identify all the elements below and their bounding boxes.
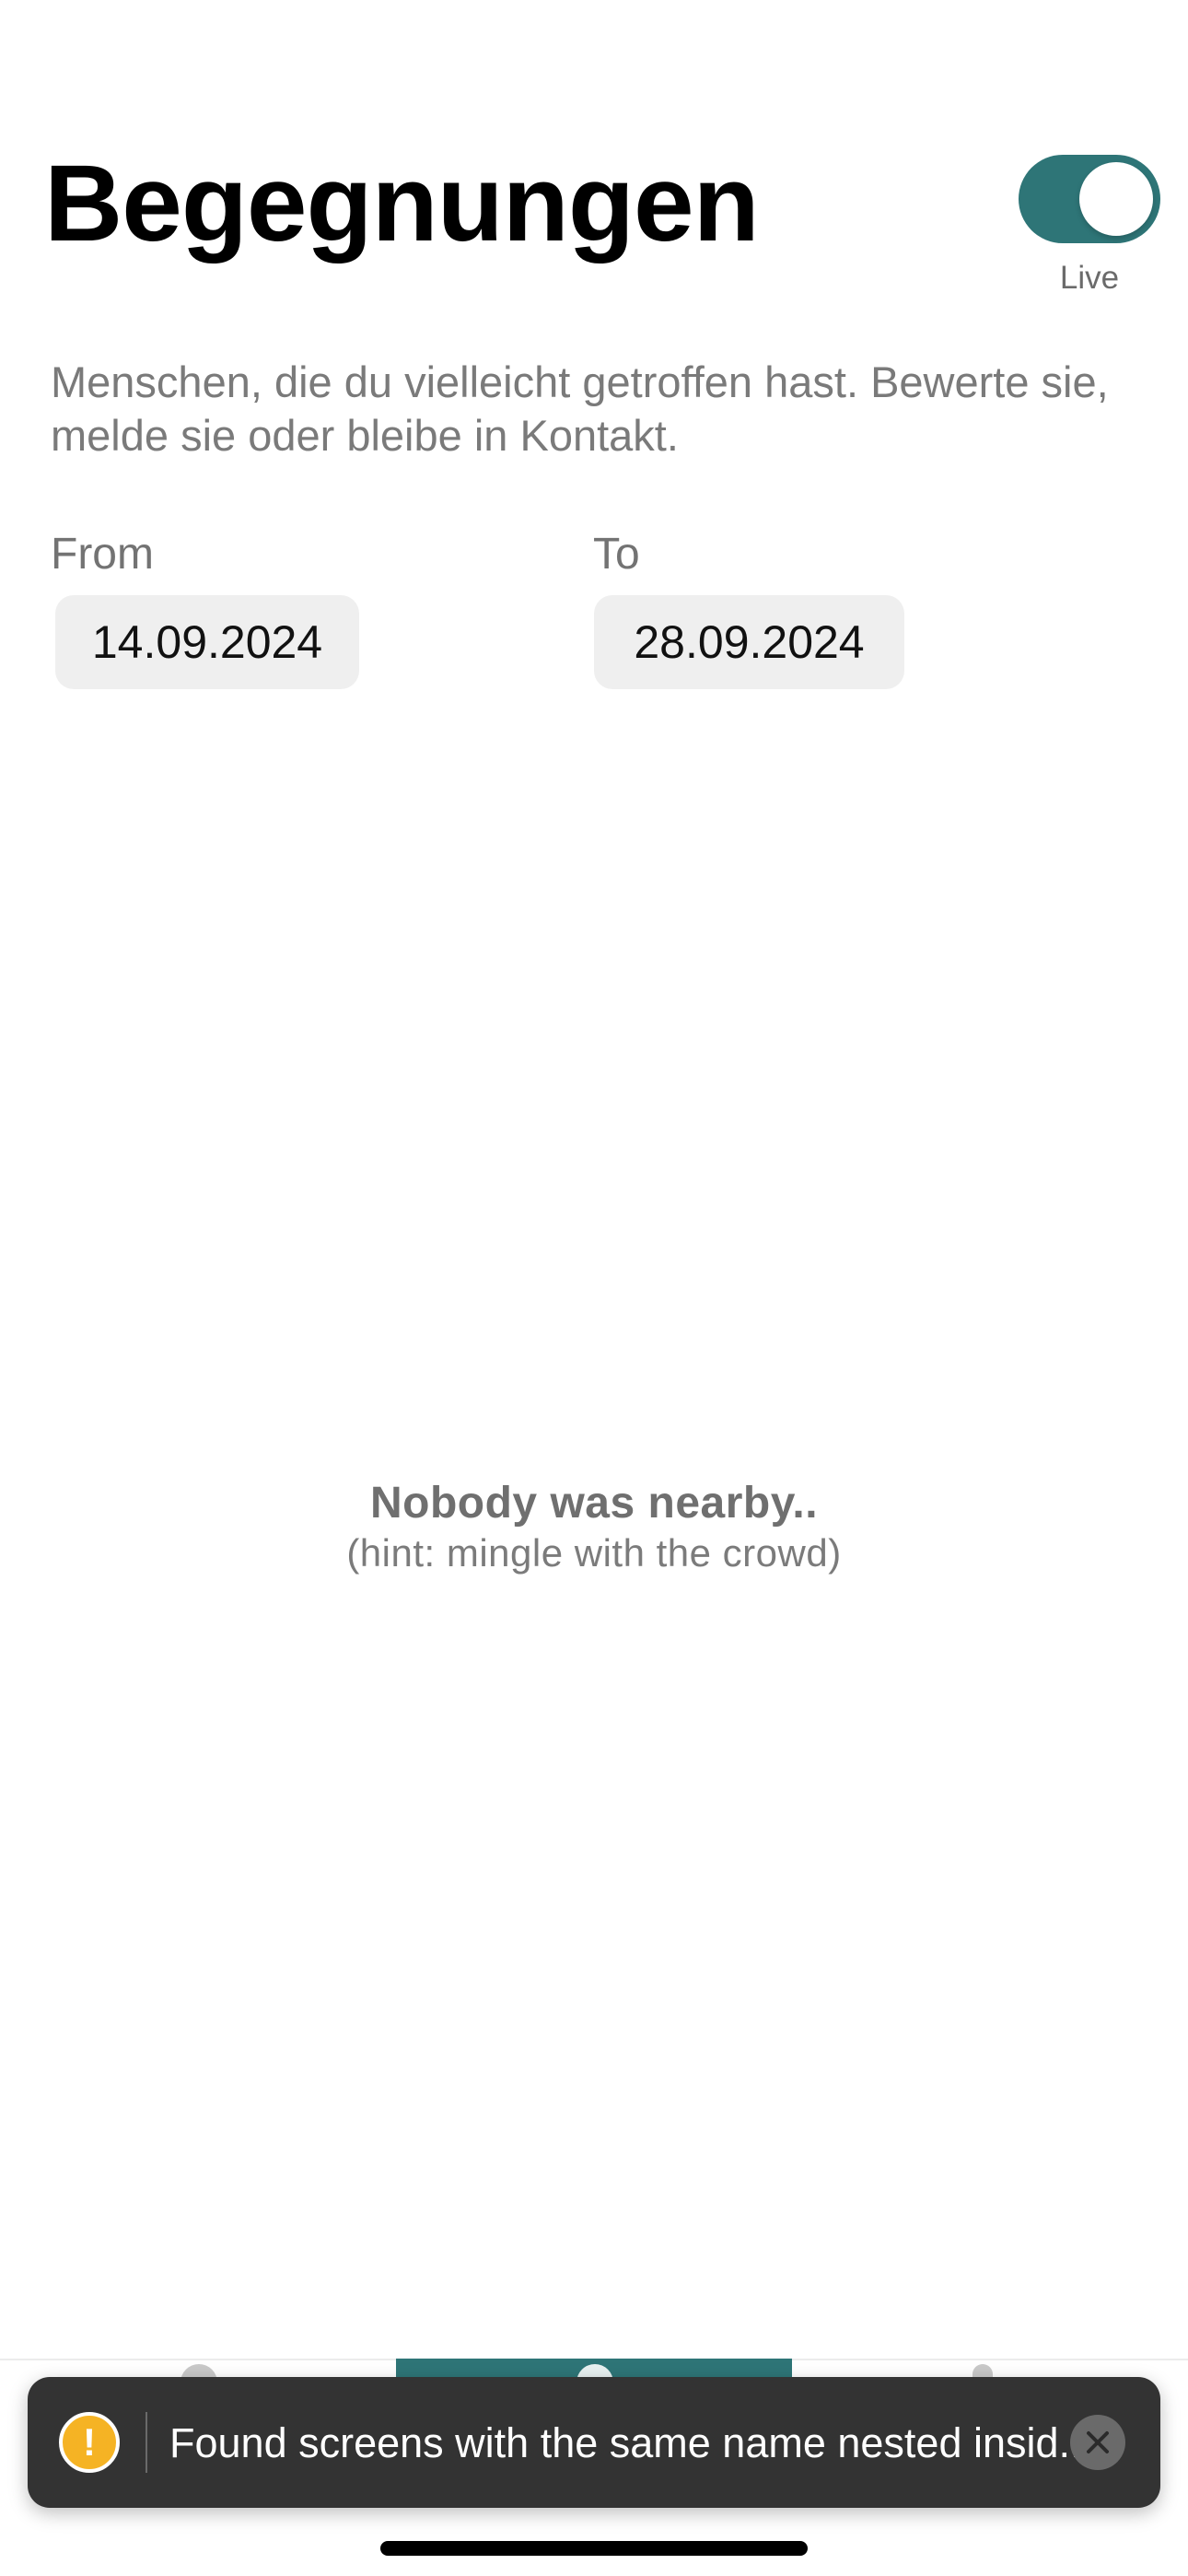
page-title: Begegnungen bbox=[44, 143, 760, 264]
empty-state-title: Nobody was nearby.. bbox=[369, 1479, 819, 1528]
live-toggle[interactable] bbox=[1019, 155, 1160, 243]
encounters-screen: Begegnungen Live Menschen, die du vielle… bbox=[0, 0, 1188, 2576]
close-icon[interactable] bbox=[1070, 2415, 1125, 2470]
to-date-picker[interactable]: 28.09.2024 bbox=[594, 595, 904, 689]
from-date-picker[interactable]: 14.09.2024 bbox=[55, 595, 359, 689]
to-label: To bbox=[593, 530, 640, 579]
page-description: Menschen, die du vielleicht getroffen ha… bbox=[51, 357, 1109, 460]
toggle-knob bbox=[1079, 162, 1153, 236]
warning-icon: ! bbox=[59, 2412, 120, 2473]
toast-divider bbox=[146, 2412, 147, 2473]
warning-toast[interactable]: ! Found screens with the same name neste… bbox=[28, 2377, 1160, 2508]
empty-state-hint: (hint: mingle with the crowd) bbox=[346, 1531, 842, 1575]
home-indicator[interactable] bbox=[380, 2541, 808, 2556]
from-label: From bbox=[51, 530, 154, 579]
toast-message: Found screens with the same name nested … bbox=[169, 2419, 1087, 2466]
live-label: Live bbox=[1059, 260, 1120, 296]
